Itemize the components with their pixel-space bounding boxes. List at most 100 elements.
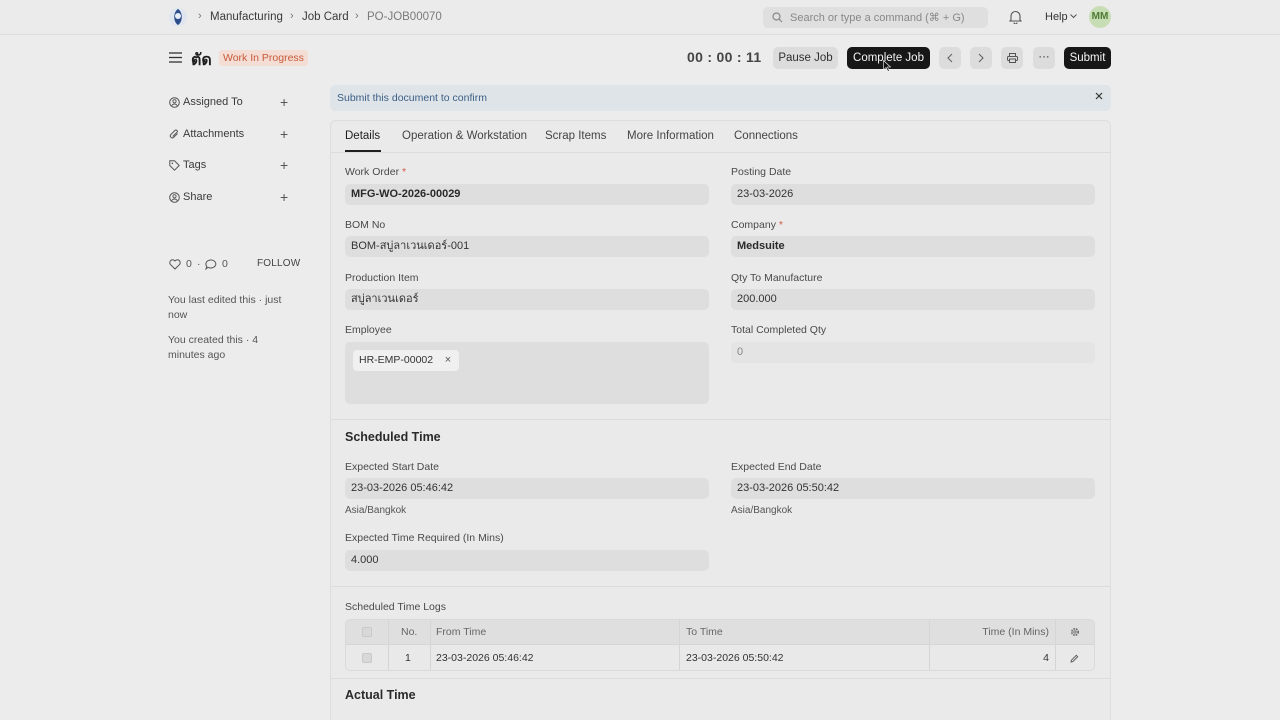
form-tabs: Details Operation & Workstation Scrap It… [330, 120, 1111, 153]
search-input[interactable]: Search or type a command (⌘ + G) [763, 7, 988, 28]
share-user-icon [169, 192, 180, 203]
plus-icon[interactable]: + [280, 190, 288, 204]
time-logs-label: Scheduled Time Logs [345, 601, 446, 613]
help-menu[interactable]: Help [1045, 11, 1068, 23]
bell-icon[interactable] [1009, 10, 1022, 24]
actual-time-heading: Actual Time [345, 688, 416, 702]
column-header-no: No. [401, 626, 418, 638]
employee-label: Employee [345, 324, 392, 336]
company-label: Company * [731, 219, 783, 231]
bom-no-label: BOM No [345, 219, 386, 231]
column-divider [929, 645, 930, 670]
section-divider [331, 678, 1110, 679]
sidebar-item-tags[interactable]: Tags + [169, 158, 295, 174]
sidebar-item-share[interactable]: Share + [169, 190, 295, 206]
print-button[interactable] [1001, 47, 1023, 69]
chevron-left-icon [947, 53, 953, 63]
cell-time-mins[interactable]: 4 [1043, 645, 1049, 670]
select-all-checkbox[interactable] [362, 627, 372, 637]
user-avatar[interactable]: MM [1089, 6, 1111, 28]
column-divider [679, 620, 680, 644]
company-field[interactable]: Medsuite [731, 236, 1095, 257]
remove-pill-icon[interactable]: × [445, 350, 451, 371]
sidebar-item-label: Tags [183, 159, 207, 171]
mouse-cursor-icon [883, 60, 891, 72]
submit-alert: Submit this document to confirm [330, 85, 1111, 111]
scheduled-time-heading: Scheduled Time [345, 430, 441, 444]
employee-pill[interactable]: HR-EMP-00002 × [353, 350, 460, 371]
employee-multiselect[interactable]: HR-EMP-00002 × [345, 342, 709, 404]
expected-start-field[interactable]: 23-03-2026 05:46:42 [345, 478, 709, 499]
tab-scrap-items[interactable]: Scrap Items [545, 130, 606, 142]
row-checkbox[interactable] [362, 653, 372, 663]
cell-from-time[interactable]: 23-03-2026 05:46:42 [436, 645, 534, 670]
plus-icon[interactable]: + [280, 158, 288, 172]
column-divider [430, 645, 431, 670]
alert-message: Submit this document to confirm [337, 92, 487, 104]
previous-record-button[interactable] [939, 47, 961, 69]
next-record-button[interactable] [970, 47, 992, 69]
work-order-label: Work Order * [345, 166, 407, 178]
cell-to-time[interactable]: 23-03-2026 05:50:42 [686, 645, 784, 670]
more-actions-button[interactable]: ··· [1033, 47, 1055, 69]
timezone-hint: Asia/Bangkok [731, 505, 793, 516]
search-icon [772, 12, 783, 23]
work-order-field[interactable]: MFG-WO-2026-00029 [345, 184, 709, 205]
sidebar-item-label: Attachments [183, 128, 245, 140]
table-row[interactable]: 1 23-03-2026 05:46:42 23-03-2026 05:50:4… [346, 645, 1094, 670]
heart-icon[interactable] [169, 259, 181, 270]
posting-date-field[interactable]: 23-03-2026 [731, 184, 1095, 205]
printer-icon [1006, 53, 1018, 63]
hamburger-menu-icon[interactable] [169, 52, 182, 63]
tab-more-information[interactable]: More Information [627, 130, 714, 142]
bom-no-field[interactable]: BOM-สบู่ลาเวนเดอร์-001 [345, 236, 709, 257]
submit-button[interactable]: Submit [1064, 47, 1111, 69]
tab-connections[interactable]: Connections [734, 130, 798, 142]
plus-icon[interactable]: + [280, 95, 288, 109]
dot-separator: · [197, 258, 201, 270]
search-placeholder: Search or type a command (⌘ + G) [790, 12, 965, 24]
close-icon[interactable] [1095, 92, 1103, 100]
navbar: › Manufacturing › Job Card › PO-JOB00070… [0, 0, 1280, 35]
breadcrumb-separator: › [290, 10, 294, 22]
follow-button[interactable]: FOLLOW [257, 258, 300, 269]
column-divider [1055, 645, 1056, 670]
app-logo-icon[interactable] [168, 7, 188, 27]
sidebar-item-attachments[interactable]: Attachments + [169, 127, 295, 143]
expected-end-field[interactable]: 23-03-2026 05:50:42 [731, 478, 1095, 499]
column-header-time-mins: Time (In Mins) [982, 626, 1049, 638]
tab-details[interactable]: Details [345, 130, 380, 142]
cell-no: 1 [405, 652, 411, 664]
section-divider [331, 586, 1110, 587]
sidebar-item-assigned-to[interactable]: Assigned To + [169, 95, 295, 111]
employee-pill-label: HR-EMP-00002 [359, 354, 434, 366]
status-badge: Work In Progress [219, 50, 308, 66]
production-item-field[interactable]: สบู่ลาเวนเดอร์ [345, 289, 709, 310]
edit-icon[interactable] [1070, 654, 1079, 663]
job-timer: 00 : 00 : 11 [687, 49, 762, 65]
column-divider [388, 620, 389, 644]
expected-time-field[interactable]: 4.000 [345, 550, 709, 571]
section-divider [331, 419, 1110, 420]
activity-last-edited: You last edited this · just now [168, 294, 282, 321]
breadcrumb-current[interactable]: PO-JOB00070 [367, 11, 442, 23]
total-completed-qty-field: 0 [731, 342, 1095, 363]
column-divider [929, 620, 930, 644]
breadcrumb-separator: › [355, 10, 359, 22]
comment-icon[interactable] [205, 259, 217, 270]
table-header: No. From Time To Time Time (In Mins) [346, 620, 1094, 645]
plus-icon[interactable]: + [280, 127, 288, 141]
column-divider [1055, 620, 1056, 644]
qty-to-manufacture-field[interactable]: 200.000 [731, 289, 1095, 310]
column-divider [430, 620, 431, 644]
activity-created: You created this · 4 minutes ago [168, 334, 259, 361]
breadcrumb-job-card[interactable]: Job Card [302, 11, 349, 23]
chevron-right-icon [978, 53, 984, 63]
pause-job-button[interactable]: Pause Job [773, 47, 838, 69]
gear-icon[interactable] [1070, 627, 1080, 637]
like-count: 0 [186, 258, 192, 270]
paperclip-icon [169, 129, 178, 139]
breadcrumb-manufacturing[interactable]: Manufacturing [210, 11, 283, 23]
expected-time-label: Expected Time Required (In Mins) [345, 532, 504, 544]
tab-operation-workstation[interactable]: Operation & Workstation [402, 130, 527, 142]
